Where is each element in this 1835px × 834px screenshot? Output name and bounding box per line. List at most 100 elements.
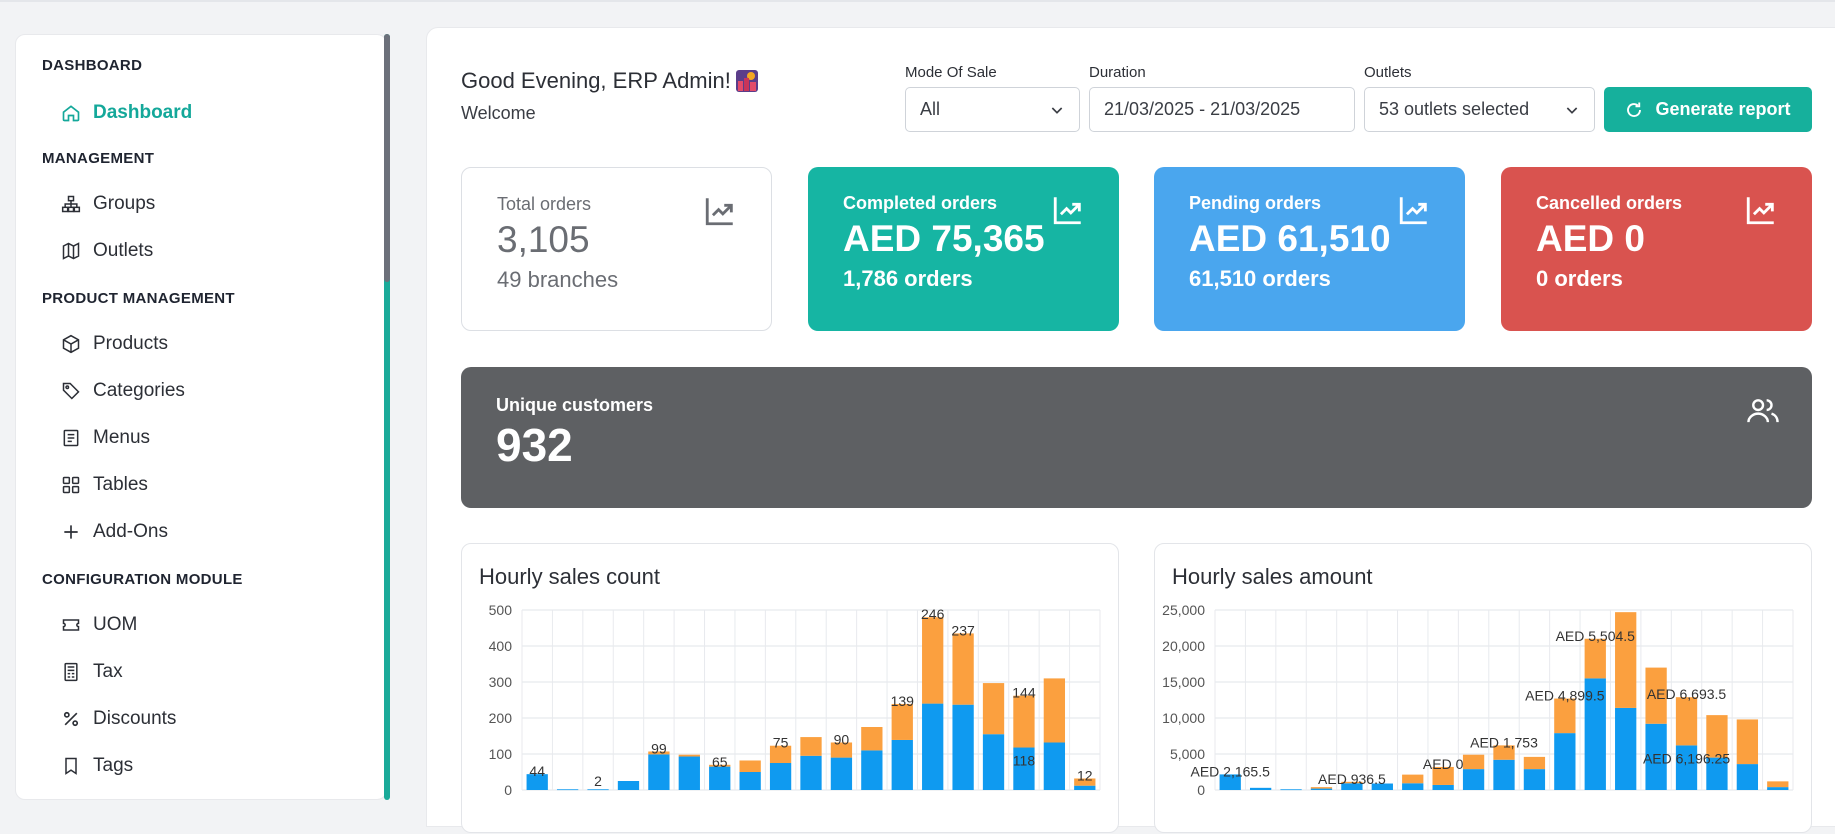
night-city-emoji-icon xyxy=(735,70,758,92)
hourly-sales-amount-chart: Hourly sales amount 25,000 20,000 15,000 10… xyxy=(1154,543,1812,833)
bar-segment xyxy=(739,760,761,772)
refresh-icon xyxy=(1627,102,1642,117)
bar-segment xyxy=(830,757,853,790)
data-label: 12 xyxy=(1077,767,1093,783)
bar-segment xyxy=(1767,781,1789,788)
sidebar-item-label: Dashboard xyxy=(93,102,193,123)
bar-segment xyxy=(1523,756,1546,770)
sidebar-scrollbar-thumb[interactable] xyxy=(384,34,390,282)
y-tick-label: 0 xyxy=(1197,782,1205,798)
generate-report-button[interactable]: Generate report xyxy=(1604,87,1812,132)
data-label: 237 xyxy=(951,622,975,638)
y-tick-label: 0 xyxy=(504,782,512,798)
y-tick-label: 400 xyxy=(489,638,513,654)
sidebar-item-categories[interactable]: Categories xyxy=(61,380,185,402)
y-tick-label: 10,000 xyxy=(1162,710,1205,726)
bar-segment xyxy=(739,772,761,790)
sidebar-item-uom[interactable]: UOM xyxy=(61,614,137,636)
outlets-value: 53 outlets selected xyxy=(1379,99,1530,119)
y-tick-label: 20,000 xyxy=(1162,638,1205,654)
bar-segment xyxy=(952,633,974,705)
sidebar-item-add-ons[interactable]: Add-Ons xyxy=(61,521,168,543)
sidebar-item-tables[interactable]: Tables xyxy=(61,474,148,496)
sidebar-item-tags[interactable]: Tags xyxy=(61,755,133,777)
bar-segment xyxy=(1074,785,1096,790)
bar-segment xyxy=(800,755,822,790)
mode-of-sale-select[interactable]: All xyxy=(905,87,1080,132)
sidebar-section-configuration: CONFIGURATION MODULE xyxy=(42,571,243,588)
card-value: AED 61,510 xyxy=(1189,218,1391,259)
sidebar-item-menus[interactable]: Menus xyxy=(61,427,150,449)
bar-segment xyxy=(1736,719,1759,765)
sidebar-item-discounts[interactable]: Discounts xyxy=(61,708,176,730)
bar-segment xyxy=(1043,742,1066,790)
outlets-select[interactable]: 53 outlets selected xyxy=(1364,87,1595,132)
bar-segment xyxy=(982,734,1005,790)
sidebar-item-dashboard[interactable]: Dashboard xyxy=(61,102,192,124)
generate-report-label: Generate report xyxy=(1655,99,1791,119)
sidebar-item-products[interactable]: Products xyxy=(61,333,168,355)
bar-segment xyxy=(1043,678,1066,743)
data-label: AED 936.5 xyxy=(1318,771,1386,787)
receipt-icon xyxy=(64,662,78,682)
y-tick-label: 5,000 xyxy=(1170,746,1205,762)
sidebar-item-outlets[interactable]: Outlets xyxy=(61,240,153,262)
bar-segment xyxy=(1013,695,1035,748)
card-title: Unique customers xyxy=(496,395,654,415)
y-tick-label: 500 xyxy=(489,602,513,618)
duration-input[interactable]: 21/03/2025 - 21/03/2025 xyxy=(1089,87,1355,132)
data-label: 65 xyxy=(712,754,728,770)
map-icon xyxy=(62,242,80,260)
bar-segment xyxy=(1584,638,1606,679)
greeting: Good Evening, ERP Admin! xyxy=(461,68,759,94)
bar-segment xyxy=(678,756,700,790)
hourly-sales-count-chart: Hourly sales count 500 400 300 200 100 0 44 2 99… xyxy=(461,543,1119,833)
hourly-sales-amount-plot: 25,000 20,000 15,000 10,000 5,000 0 AED 2,165.… xyxy=(1162,602,1794,798)
sidebar: DASHBOARD Dashboard MANAGEMENT Groups Ou… xyxy=(15,34,387,800)
bar-segment xyxy=(1462,769,1485,790)
data-label: AED 1,753 xyxy=(1470,734,1538,750)
grid-icon xyxy=(62,476,80,494)
duration-value: 21/03/2025 - 21/03/2025 xyxy=(1104,99,1301,119)
y-tick-label: 100 xyxy=(489,746,513,762)
data-label: 90 xyxy=(834,731,850,747)
sidebar-item-label: Menus xyxy=(93,427,151,448)
welcome-text: Welcome xyxy=(461,103,536,123)
bar-segment xyxy=(769,763,792,790)
card-title: Pending orders xyxy=(1189,193,1322,213)
data-label: 118 xyxy=(1013,753,1036,769)
sidebar-section-dashboard: DASHBOARD xyxy=(42,57,143,74)
sidebar-item-groups[interactable]: Groups xyxy=(61,193,155,215)
sidebar-item-label: Categories xyxy=(93,380,185,401)
y-tick-label: 15,000 xyxy=(1162,674,1205,690)
sidebar-section-product-management: PRODUCT MANAGEMENT xyxy=(42,290,235,307)
sitemap-icon xyxy=(61,195,81,213)
bar-segment xyxy=(1736,764,1759,790)
card-subtext: 61,510 orders xyxy=(1189,266,1331,291)
bar-segment xyxy=(861,727,883,751)
bookmark-icon xyxy=(65,757,77,775)
box-icon xyxy=(62,334,80,354)
unique-customers-card: Unique customers 932 xyxy=(461,367,1812,508)
bar-segment xyxy=(922,703,944,790)
sidebar-item-label: Groups xyxy=(93,193,156,214)
top-border xyxy=(0,0,1835,2)
bar-segment xyxy=(1249,787,1272,790)
hourly-sales-count-plot: 500 400 300 200 100 0 44 2 99 65 75 90 139 246 237 144 1… xyxy=(489,602,1101,798)
sidebar-section-management: MANAGEMENT xyxy=(42,150,155,167)
data-label: AED 6,196.25 xyxy=(1643,750,1730,766)
card-title: Cancelled orders xyxy=(1536,193,1683,213)
bar-segment xyxy=(800,737,822,756)
bar-segment xyxy=(1280,789,1302,791)
pending-orders-card: Pending orders AED 61,510 61,510 orders xyxy=(1154,167,1465,331)
bar-segment xyxy=(1432,784,1454,790)
trend-up-icon xyxy=(1053,197,1081,225)
card-title: Total orders xyxy=(497,194,592,214)
sidebar-item-tax[interactable]: Tax xyxy=(61,661,123,683)
bar-segment xyxy=(1615,707,1637,790)
trend-up-icon xyxy=(1746,197,1774,225)
data-label: 144 xyxy=(1012,685,1036,701)
sidebar-item-label: Tax xyxy=(93,661,123,682)
bar-segment xyxy=(648,754,670,790)
percent-icon xyxy=(63,711,79,727)
